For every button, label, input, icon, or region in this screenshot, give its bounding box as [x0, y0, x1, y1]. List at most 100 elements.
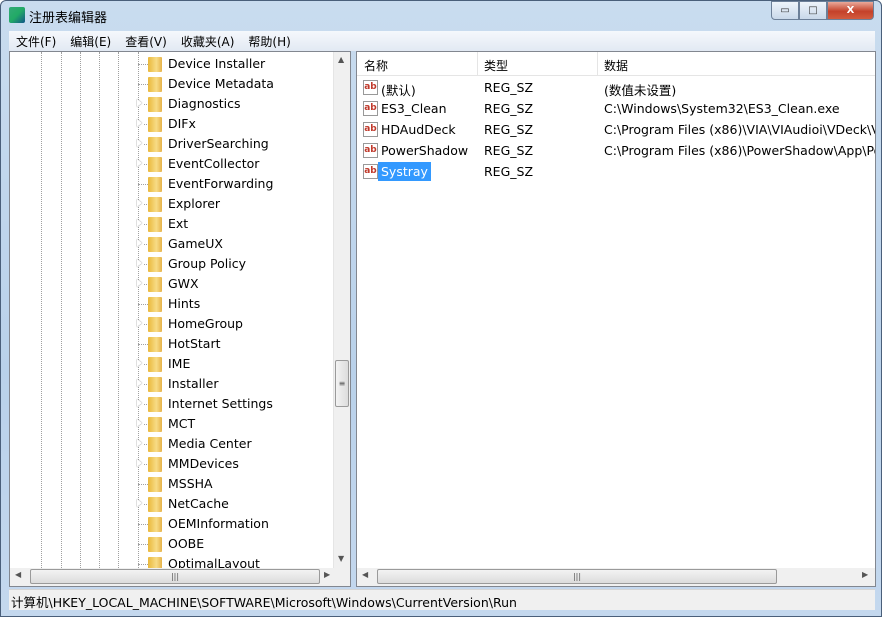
expand-arrow-icon[interactable] [137, 239, 142, 247]
tree-item[interactable]: OOBE [10, 534, 335, 554]
tree-item[interactable]: Device Installer [10, 54, 335, 74]
tree-item[interactable]: Diagnostics [10, 94, 335, 114]
scroll-down-arrow-icon[interactable]: ▼ [338, 554, 344, 563]
expand-arrow-icon[interactable] [137, 279, 142, 287]
value-data: C:\Program Files (x86)\VIA\VIAudioi\VDec… [604, 122, 876, 137]
expand-arrow-icon[interactable] [137, 359, 142, 367]
tree-item[interactable]: Media Center [10, 434, 335, 454]
tree-item[interactable]: Group Policy [10, 254, 335, 274]
column-header-data[interactable]: 数据 [604, 57, 628, 74]
expand-arrow-icon[interactable] [137, 319, 142, 327]
tree-item[interactable]: Ext [10, 214, 335, 234]
expand-arrow-icon[interactable] [137, 379, 142, 387]
menu-bar: 文件(F) 编辑(E) 查看(V) 收藏夹(A) 帮助(H) [9, 31, 875, 51]
tree-item-label: GameUX [168, 236, 223, 251]
tree-item-label: Hints [168, 296, 200, 311]
tree-item[interactable]: HotStart [10, 334, 335, 354]
maximize-button[interactable]: □ [799, 1, 827, 20]
tree-item[interactable]: Explorer [10, 194, 335, 214]
folder-icon [148, 117, 162, 132]
expand-arrow-icon[interactable] [137, 419, 142, 427]
menu-file[interactable]: 文件(F) [9, 31, 63, 51]
expand-arrow-icon[interactable] [137, 459, 142, 467]
tree-vertical-scrollbar[interactable]: ▲ ≡ ▼ [333, 52, 350, 568]
tree-item[interactable]: GameUX [10, 234, 335, 254]
key-tree-pane: Device Installer Device MetadataDiagnosti… [9, 51, 351, 587]
tree-item-label: NetCache [168, 496, 229, 511]
folder-icon [148, 277, 162, 292]
tree-vscroll-thumb[interactable]: ≡ [335, 360, 349, 407]
tree-item-label: OOBE [168, 536, 204, 551]
string-value-icon: ab [363, 164, 378, 179]
value-type: REG_SZ [484, 122, 533, 137]
expand-arrow-icon[interactable] [137, 99, 142, 107]
column-header-type[interactable]: 类型 [484, 57, 508, 74]
values-pane: 名称 类型 数据 ab(默认)REG_SZ(数值未设置)abES3_CleanR… [356, 51, 876, 587]
tree-item[interactable]: NetCache [10, 494, 335, 514]
tree-item-label: MCT [168, 416, 195, 431]
menu-favorites[interactable]: 收藏夹(A) [174, 31, 242, 51]
tree-item[interactable]: Internet Settings [10, 394, 335, 414]
tree-item-label: Media Center [168, 436, 252, 451]
tree-item[interactable]: DIFx [10, 114, 335, 134]
expand-arrow-icon[interactable] [137, 499, 142, 507]
tree-item[interactable]: DriverSearching [10, 134, 335, 154]
tree-item[interactable]: Installer [10, 374, 335, 394]
expand-arrow-icon[interactable] [137, 219, 142, 227]
folder-icon [148, 417, 162, 432]
tree-item[interactable]: EventCollector [10, 154, 335, 174]
expand-arrow-icon[interactable] [137, 439, 142, 447]
value-name: ES3_Clean [381, 101, 447, 116]
tree-item-label: Internet Settings [168, 396, 273, 411]
tree-hscroll-thumb[interactable]: ||| [30, 569, 320, 584]
value-row[interactable]: abES3_CleanREG_SZC:\Windows\System32\ES3… [357, 98, 876, 119]
column-divider[interactable] [597, 52, 598, 76]
tree-item[interactable]: GWX [10, 274, 335, 294]
status-bar-path: 计算机\HKEY_LOCAL_MACHINE\SOFTWARE\Microsof… [9, 589, 875, 610]
menu-edit[interactable]: 编辑(E) [63, 31, 118, 51]
scroll-right-arrow-icon[interactable]: ▶ [324, 570, 330, 579]
tree-item-label: HomeGroup [168, 316, 243, 331]
tree-item[interactable]: MSSHA [10, 474, 335, 494]
registry-editor-window: 注册表编辑器 ▭ □ X 文件(F) 编辑(E) 查看(V) 收藏夹(A) 帮助… [0, 0, 882, 617]
folder-icon [148, 317, 162, 332]
tree-item[interactable]: MMDevices [10, 454, 335, 474]
value-row[interactable]: abPowerShadowREG_SZC:\Program Files (x86… [357, 140, 876, 161]
tree-item-label: EventCollector [168, 156, 259, 171]
tree-horizontal-scrollbar[interactable]: ◀ ||| ▶ [10, 568, 350, 586]
column-header-name[interactable]: 名称 [364, 57, 388, 74]
tree-item-label: Device Installer [168, 56, 265, 71]
string-value-icon: ab [363, 101, 378, 116]
scroll-right-arrow-icon[interactable]: ▶ [862, 570, 868, 579]
scroll-up-arrow-icon[interactable]: ▲ [338, 55, 344, 64]
tree-item-label: OEMInformation [168, 516, 269, 531]
value-row[interactable]: ab(默认)REG_SZ(数值未设置) [357, 77, 876, 98]
value-row[interactable]: abHDAudDeckREG_SZC:\Program Files (x86)\… [357, 119, 876, 140]
tree-item[interactable]: MCT [10, 414, 335, 434]
column-divider[interactable] [477, 52, 478, 76]
tree-item[interactable]: OEMInformation [10, 514, 335, 534]
expand-arrow-icon[interactable] [137, 199, 142, 207]
folder-icon [148, 77, 162, 92]
menu-help[interactable]: 帮助(H) [241, 31, 297, 51]
value-row[interactable]: abSystrayREG_SZ [357, 161, 876, 182]
menu-view[interactable]: 查看(V) [118, 31, 174, 51]
tree-item[interactable]: EventForwarding [10, 174, 335, 194]
value-type: REG_SZ [484, 80, 533, 95]
close-button[interactable]: X [827, 1, 874, 20]
tree-item-label: GWX [168, 276, 199, 291]
expand-arrow-icon[interactable] [137, 399, 142, 407]
expand-arrow-icon[interactable] [137, 159, 142, 167]
scroll-left-arrow-icon[interactable]: ◀ [362, 570, 368, 579]
expand-arrow-icon[interactable] [137, 259, 142, 267]
tree-item[interactable]: IME [10, 354, 335, 374]
minimize-button[interactable]: ▭ [771, 1, 799, 20]
scroll-left-arrow-icon[interactable]: ◀ [15, 570, 21, 579]
values-horizontal-scrollbar[interactable]: ◀ ||| ▶ [357, 568, 875, 586]
tree-item[interactable]: HomeGroup [10, 314, 335, 334]
expand-arrow-icon[interactable] [137, 139, 142, 147]
tree-item[interactable]: Device Metadata [10, 74, 335, 94]
values-hscroll-thumb[interactable]: ||| [377, 569, 777, 584]
expand-arrow-icon[interactable] [137, 119, 142, 127]
tree-item[interactable]: Hints [10, 294, 335, 314]
